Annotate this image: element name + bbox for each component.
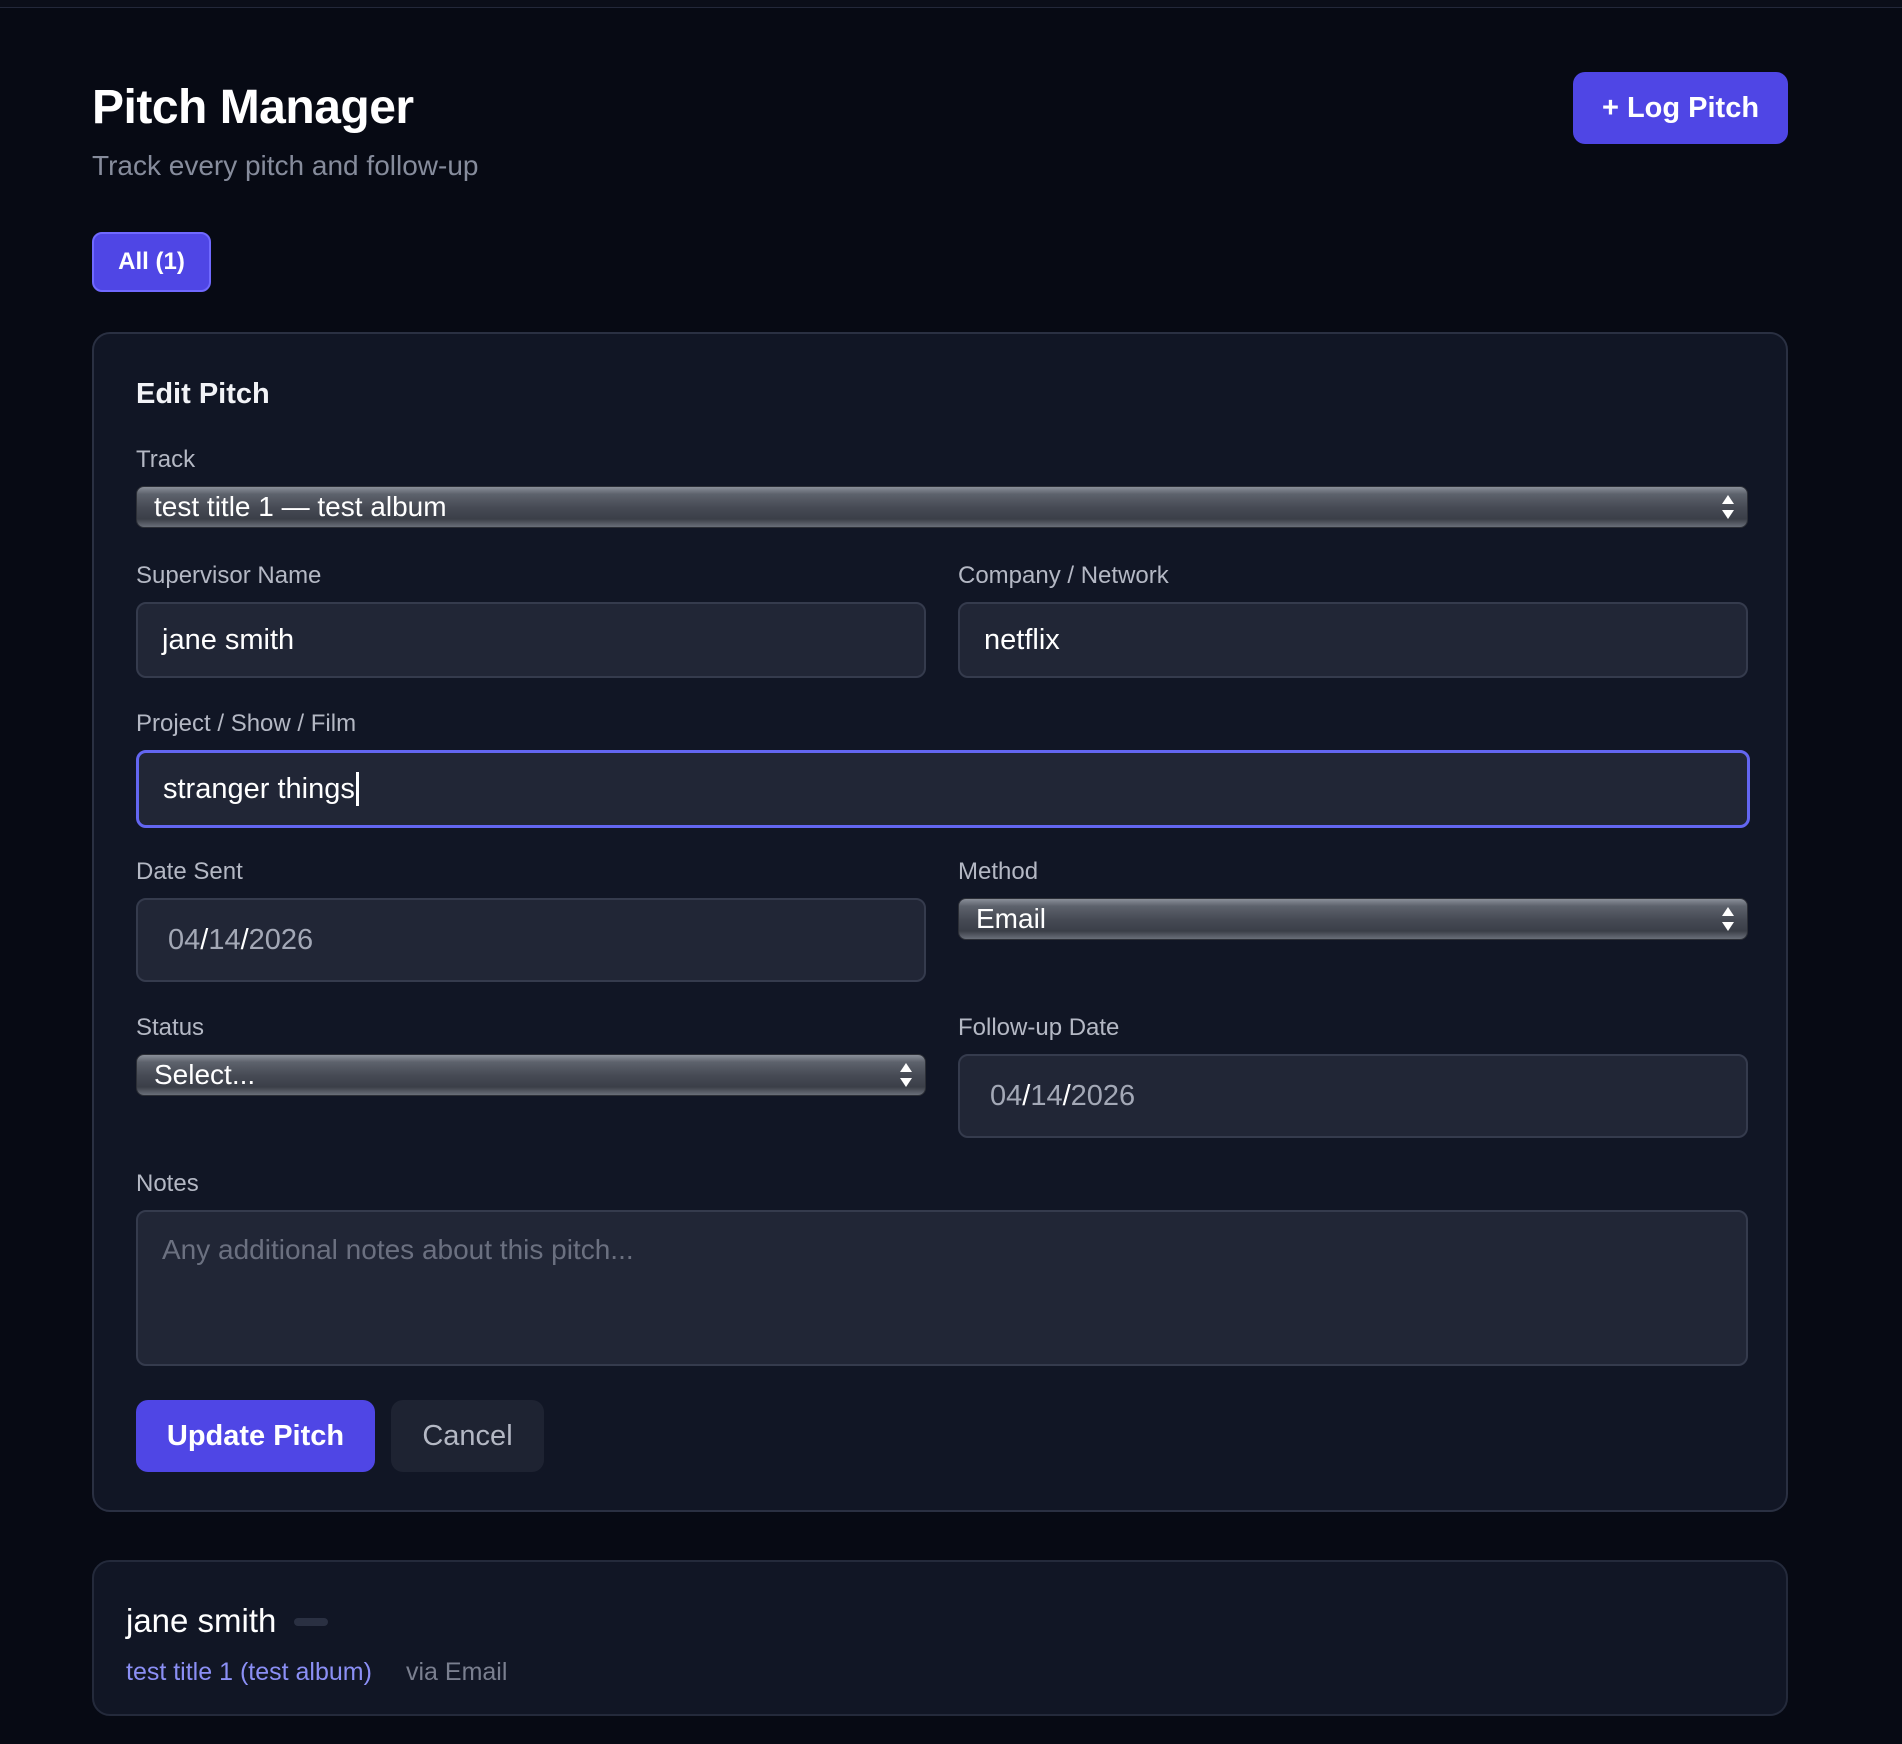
pitch-track-link[interactable]: test title 1 (test album) <box>126 1658 372 1687</box>
pitch-supervisor-name: jane smith <box>126 1602 277 1639</box>
notes-label: Notes <box>136 1170 199 1197</box>
followup-date-input[interactable]: 04/14/2026 <box>958 1054 1748 1138</box>
page-title: Pitch Manager <box>92 81 414 134</box>
company-input-value: netflix <box>984 623 1060 656</box>
status-select[interactable]: Select... <box>136 1054 926 1096</box>
project-input[interactable]: stranger things <box>136 750 1750 828</box>
track-label: Track <box>136 446 196 473</box>
select-arrows-icon <box>1722 907 1734 931</box>
date-sent-value: 04/14/2026 <box>168 923 314 956</box>
top-border <box>0 0 1902 8</box>
notes-textarea[interactable]: Any additional notes about this pitch... <box>136 1210 1748 1366</box>
track-select[interactable]: test title 1 — test album <box>136 486 1748 528</box>
notes-placeholder: Any additional notes about this pitch... <box>162 1234 634 1265</box>
status-select-value: Select... <box>154 1059 256 1090</box>
form-title: Edit Pitch <box>136 378 270 410</box>
select-arrows-icon <box>1722 495 1734 519</box>
select-arrows-icon <box>900 1063 912 1087</box>
log-pitch-button[interactable]: + Log Pitch <box>1573 72 1788 144</box>
supervisor-input-value: jane smith <box>162 623 295 656</box>
filter-all-button[interactable]: All (1) <box>92 232 211 292</box>
status-label: Status <box>136 1014 205 1041</box>
pitch-method: via Email <box>406 1658 508 1686</box>
date-sent-label: Date Sent <box>136 858 243 885</box>
page-header: Pitch Manager Track every pitch and foll… <box>92 72 1788 192</box>
track-select-value: test title 1 — test album <box>154 491 447 522</box>
company-label: Company / Network <box>958 562 1169 589</box>
method-label: Method <box>958 858 1039 885</box>
edit-pitch-form: Edit Pitch Track test title 1 — test alb… <box>92 332 1788 1512</box>
method-select-value: Email <box>976 903 1047 934</box>
followup-date-label: Follow-up Date <box>958 1014 1120 1041</box>
project-label: Project / Show / Film <box>136 710 357 737</box>
cancel-button[interactable]: Cancel <box>391 1400 544 1472</box>
company-input[interactable]: netflix <box>958 602 1748 678</box>
page-subtitle: Track every pitch and follow-up <box>92 150 479 181</box>
status-badge <box>294 1618 328 1626</box>
date-sent-input[interactable]: 04/14/2026 <box>136 898 926 982</box>
pitch-list-item[interactable]: jane smith test title 1 (test album) via… <box>92 1560 1788 1716</box>
update-pitch-button[interactable]: Update Pitch <box>136 1400 375 1472</box>
followup-date-value: 04/14/2026 <box>990 1079 1136 1112</box>
text-caret <box>355 772 359 806</box>
supervisor-label: Supervisor Name <box>136 562 322 589</box>
method-select[interactable]: Email <box>958 898 1748 940</box>
supervisor-input[interactable]: jane smith <box>136 602 926 678</box>
project-input-value: stranger things <box>163 772 355 805</box>
